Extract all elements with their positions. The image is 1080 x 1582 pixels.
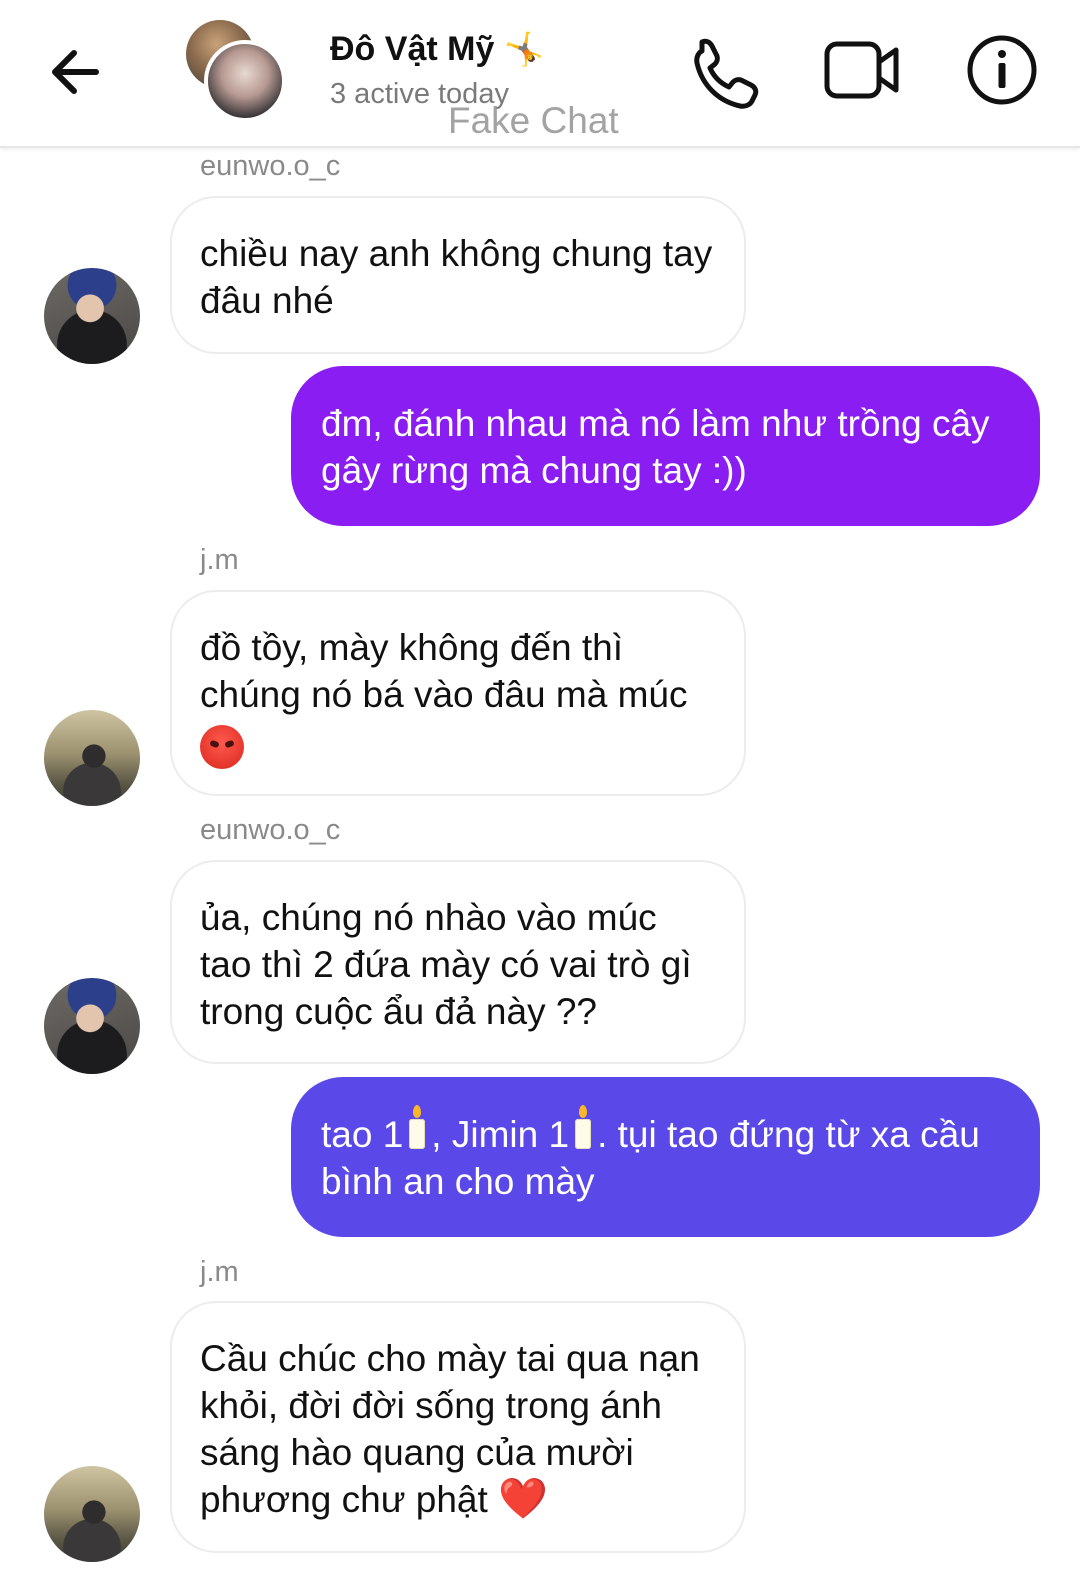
message-text: chiều nay anh không chung tay đâu nhé: [200, 233, 713, 321]
avatar[interactable]: [44, 978, 140, 1074]
watermark: Fake Chat: [448, 100, 619, 141]
arrow-left-icon: [52, 50, 99, 94]
message-text-part: tao 1: [321, 1114, 404, 1155]
message-text: ủa, chúng nó nhào vào múc tao thì 2 đứa …: [200, 897, 692, 1032]
info-icon: [967, 35, 1037, 105]
call-button[interactable]: [680, 30, 760, 110]
message-sender: j.m: [200, 544, 239, 576]
message-sender: eunwo.o_c: [200, 150, 341, 182]
angry-face-icon: [200, 725, 244, 770]
message-text: đồ tồy, mày không đến thì chúng nó bá và…: [200, 627, 688, 715]
message-bubble-incoming[interactable]: đồ tồy, mày không đến thì chúng nó bá và…: [170, 590, 746, 796]
message-bubble-incoming[interactable]: chiều nay anh không chung tay đâu nhé: [170, 196, 746, 354]
video-camera-icon: [824, 41, 899, 99]
title-emoji: 🤸: [504, 31, 545, 67]
video-call-button[interactable]: [822, 30, 902, 110]
phone-icon: [694, 38, 759, 109]
avatar[interactable]: [44, 710, 140, 806]
message-bubble-incoming[interactable]: Cầu chúc cho mày tai qua nạn khỏi, đời đ…: [170, 1301, 746, 1553]
group-avatar-front: [204, 40, 286, 122]
message-bubble-incoming[interactable]: ủa, chúng nó nhào vào múc tao thì 2 đứa …: [170, 860, 746, 1064]
group-avatar[interactable]: [186, 20, 286, 122]
avatar[interactable]: [44, 1466, 140, 1562]
message-text-part: , Jimin 1: [431, 1114, 570, 1155]
avatar[interactable]: [44, 268, 140, 364]
chat-title[interactable]: Đô Vật Mỹ 🤸: [330, 30, 544, 69]
message-text: Cầu chúc cho mày tai qua nạn khỏi, đời đ…: [200, 1338, 700, 1520]
chat-title-text: Đô Vật Mỹ: [330, 30, 495, 68]
heart-icon: ❤️: [498, 1476, 548, 1522]
chat-header: Đô Vật Mỹ 🤸 3 active today Fake Chat: [0, 0, 1080, 148]
message-text: đm, đánh nhau mà nó làm như trồng cây gâ…: [321, 403, 990, 491]
candle-icon: [575, 1105, 592, 1149]
info-button[interactable]: [962, 30, 1042, 110]
back-button[interactable]: [44, 40, 108, 104]
message-sender: eunwo.o_c: [200, 814, 341, 846]
message-sender: j.m: [200, 1256, 239, 1288]
message-bubble-outgoing[interactable]: tao 1, Jimin 1. tụi tao đứng từ xa cầu b…: [291, 1077, 1040, 1237]
message-bubble-outgoing[interactable]: đm, đánh nhau mà nó làm như trồng cây gâ…: [291, 366, 1040, 526]
candle-icon: [409, 1105, 426, 1149]
